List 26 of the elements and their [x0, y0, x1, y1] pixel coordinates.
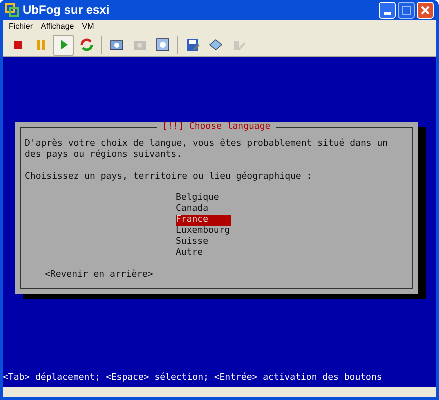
minimize-icon	[384, 12, 391, 14]
camera-icon	[154, 37, 170, 53]
country-option[interactable]: Autre	[176, 248, 231, 259]
description-text: des pays ou régions suivants.	[25, 150, 184, 161]
dialog-title: [!!] Choose language	[157, 122, 276, 133]
maximize-button[interactable]	[398, 2, 415, 18]
country-option[interactable]: Canada	[176, 204, 231, 215]
help-text: <Tab> déplacement; <Espace> sélection; <Entrée> activation des boutons	[3, 373, 384, 384]
close-icon	[421, 6, 430, 14]
app-icon	[5, 3, 19, 17]
maximize-icon	[402, 6, 411, 14]
refresh-icon	[78, 37, 94, 53]
menu-item[interactable]: Affichage	[41, 21, 74, 33]
country-option[interactable]: Suisse	[176, 237, 231, 248]
country-option[interactable]: Belgique	[176, 193, 231, 204]
menu-item[interactable]: Fichier	[9, 21, 34, 33]
country-option[interactable]: Luxembourg	[176, 226, 231, 237]
description-text: D'après votre choix de langue, vous êtes probablement situé dans un	[25, 139, 390, 150]
minimize-button[interactable]	[379, 2, 396, 18]
window-title: UbFog sur esxi	[23, 2, 110, 19]
prompt-text: Choisissez un pays, territoire ou lieu géographique :	[25, 172, 314, 183]
close-button[interactable]	[417, 2, 434, 18]
menu-item[interactable]: VM	[82, 21, 94, 33]
back-button[interactable]: <Revenir en arrière>	[45, 270, 154, 281]
network-icon	[208, 37, 224, 53]
country-option[interactable]: France	[176, 215, 231, 226]
